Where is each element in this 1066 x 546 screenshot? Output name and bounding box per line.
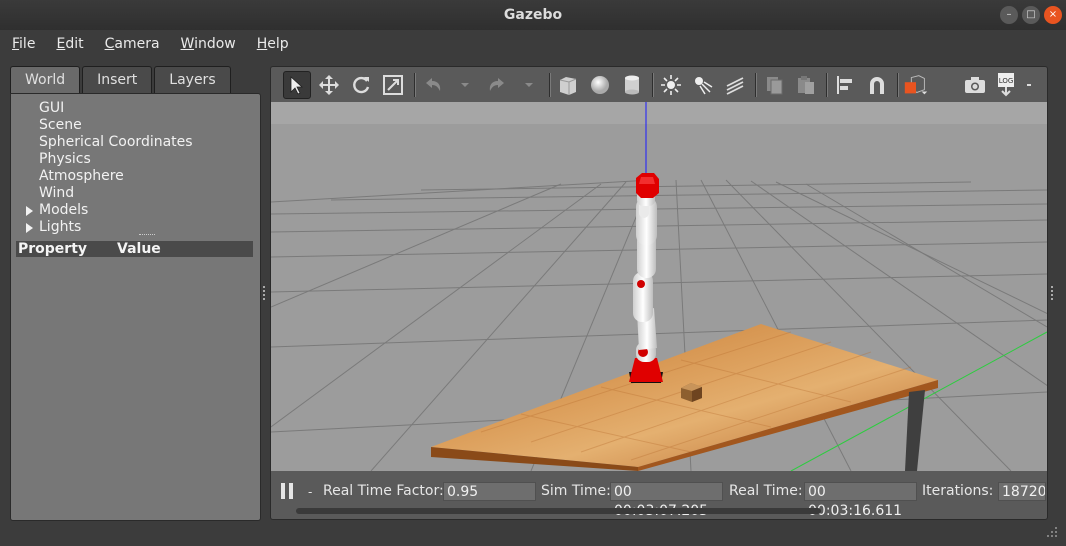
scene-3d-render[interactable] <box>271 102 1047 471</box>
scale-icon[interactable] <box>379 71 407 99</box>
tab-insert[interactable]: Insert <box>82 66 153 93</box>
property-header: Property Value <box>16 241 253 257</box>
expand-arrow-icon[interactable] <box>26 223 33 233</box>
tree-item-atmosphere[interactable]: Atmosphere <box>39 168 124 185</box>
expand-arrow-icon[interactable] <box>26 206 33 216</box>
align-icon[interactable] <box>831 71 859 99</box>
tree-item-scene[interactable]: Scene <box>39 117 82 134</box>
log-icon-label: LOG <box>999 77 1014 85</box>
real-time-label: Real Time: <box>729 483 803 499</box>
select-arrow-icon[interactable] <box>283 71 311 99</box>
real-time-factor-label: Real Time Factor: <box>323 483 444 499</box>
cylinder-shape-icon[interactable] <box>618 71 646 99</box>
maximize-button[interactable]: □ <box>1022 6 1040 24</box>
left-splitter-grip[interactable] <box>263 286 267 300</box>
undo-dropdown-icon[interactable] <box>451 71 479 99</box>
snap-icon[interactable] <box>863 71 891 99</box>
left-panel-tabs: World Insert Layers <box>10 66 233 93</box>
tree-item-gui[interactable]: GUI <box>39 100 64 117</box>
toolbar-separator <box>652 73 654 97</box>
sim-time-label: Sim Time: <box>541 483 611 499</box>
tree-item-lights[interactable]: Lights <box>26 219 82 236</box>
tree-item-wind[interactable]: Wind <box>39 185 74 202</box>
window-controls: – □ × <box>1000 6 1062 24</box>
undo-icon[interactable] <box>419 71 447 99</box>
log-icon[interactable]: LOG <box>993 71 1021 99</box>
directional-light-icon[interactable] <box>721 71 749 99</box>
sim-time-value: 00 00:03:07.205 <box>610 482 723 519</box>
menu-bar: File Edit Camera Window Help <box>0 30 1066 58</box>
tree-item-label: Lights <box>39 219 82 235</box>
tree-item-spherical-coordinates[interactable]: Spherical Coordinates <box>39 134 193 151</box>
spot-light-icon[interactable] <box>689 71 717 99</box>
minimize-button[interactable]: – <box>1000 6 1018 24</box>
window-title: Gazebo <box>503 7 563 23</box>
menu-edit[interactable]: Edit <box>44 36 92 52</box>
tree-item-label: Models <box>39 202 89 218</box>
point-light-icon[interactable] <box>657 71 685 99</box>
value-column-header: Value <box>117 241 161 257</box>
close-button[interactable]: × <box>1044 6 1062 24</box>
property-column-header: Property <box>18 241 88 257</box>
sphere-shape-icon[interactable] <box>586 71 614 99</box>
menu-file[interactable]: File <box>0 36 44 52</box>
rotate-icon[interactable] <box>347 71 375 99</box>
toolbar-overflow-icon[interactable] <box>1023 71 1035 99</box>
box-shape-icon[interactable] <box>554 71 582 99</box>
copy-icon[interactable] <box>760 71 788 99</box>
toolbar-separator <box>549 73 551 97</box>
panel-splitter-handle[interactable] <box>139 234 155 238</box>
toolbar-separator <box>755 73 757 97</box>
redo-dropdown-icon[interactable] <box>515 71 543 99</box>
menu-help[interactable]: Help <box>245 36 298 52</box>
toolbar-separator <box>897 73 899 97</box>
right-splitter-grip[interactable] <box>1051 286 1055 300</box>
step-button[interactable]: - <box>308 485 312 499</box>
paste-icon[interactable] <box>792 71 820 99</box>
status-scrollbar[interactable] <box>296 508 821 514</box>
world-panel: GUI Scene Spherical Coordinates Physics … <box>10 93 261 521</box>
tab-world[interactable]: World <box>10 66 81 93</box>
iterations-label: Iterations: <box>922 483 994 499</box>
real-time-value: 00 00:03:16.611 <box>804 482 917 519</box>
toolbar-separator <box>414 73 416 97</box>
menu-window[interactable]: Window <box>169 36 245 52</box>
redo-icon[interactable] <box>483 71 511 99</box>
view-angle-icon[interactable] <box>902 71 930 99</box>
real-time-factor-value: 0.95 <box>443 482 536 501</box>
tree-item-physics[interactable]: Physics <box>39 151 91 168</box>
toolbar-separator <box>826 73 828 97</box>
tree-item-models[interactable]: Models <box>26 202 89 219</box>
scene-viewport[interactable] <box>270 102 1048 471</box>
scene-toolbar: LOG <box>270 66 1048 103</box>
title-bar: Gazebo – □ × <box>0 0 1066 30</box>
resize-grip-icon[interactable] <box>1046 526 1058 538</box>
translate-icon[interactable] <box>315 71 343 99</box>
menu-camera[interactable]: Camera <box>93 36 169 52</box>
tab-layers[interactable]: Layers <box>154 66 231 93</box>
pause-icon[interactable] <box>281 483 295 499</box>
screenshot-icon[interactable] <box>961 71 989 99</box>
iterations-value: 18720 <box>998 482 1046 501</box>
